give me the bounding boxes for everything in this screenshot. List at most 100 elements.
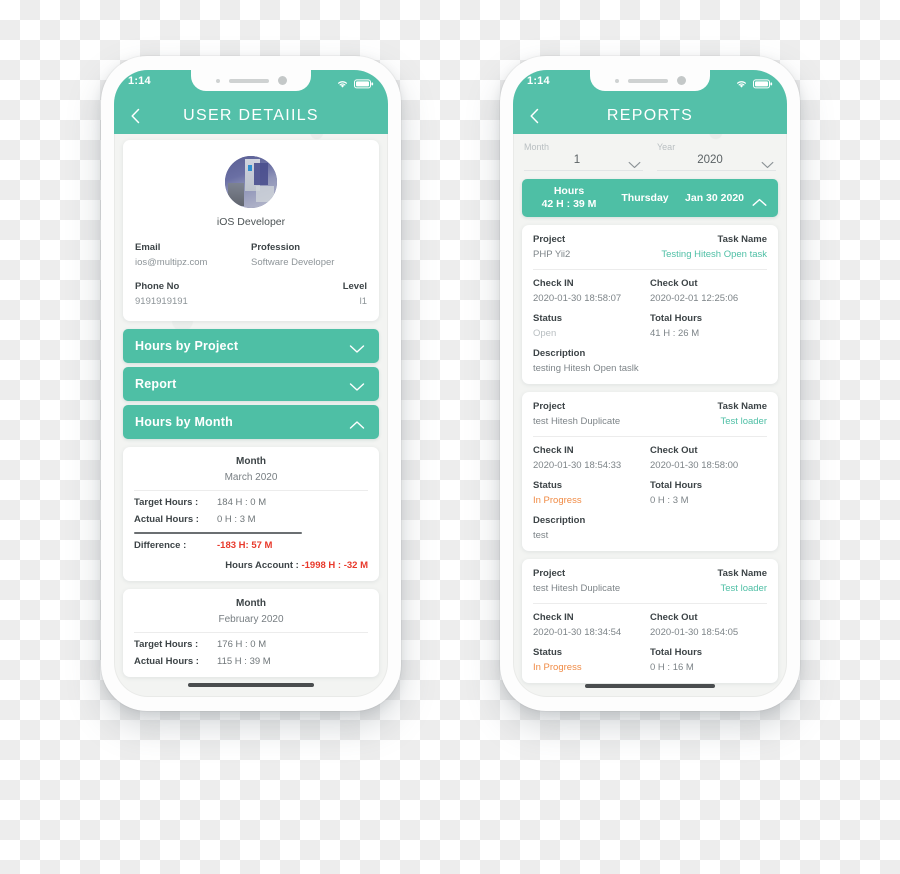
field-label-email: Email <box>135 242 161 253</box>
field-value-email: ios@multipz.com <box>135 257 208 268</box>
total-hours-value: 0 H : 3 M <box>650 495 689 506</box>
hours-account-value: -1998 H : -32 M <box>301 560 368 571</box>
back-button[interactable] <box>525 107 543 125</box>
screen-reports: 1:14 REPORTS Month 1 Year 2020 Hours 42 … <box>513 70 787 697</box>
chevron-up-icon <box>349 417 365 429</box>
report-check-out: Check Out 2020-01-30 18:54:05 <box>650 612 767 638</box>
field-profession: Profession Software Developer <box>251 242 367 268</box>
actual-hours-value: 0 H : 3 M <box>217 514 256 525</box>
target-hours-value: 184 H : 0 M <box>217 497 267 508</box>
actual-hours-label: Actual Hours : <box>134 514 199 525</box>
task-name-label: Task Name <box>717 568 767 579</box>
report-status-row: Status Open Total Hours 41 H : 26 M <box>533 313 767 339</box>
day-hours-label: Hours <box>553 185 585 197</box>
accordion-hours-by-project[interactable]: Hours by Project <box>123 329 379 363</box>
home-indicator <box>188 683 314 687</box>
user-details-content[interactable]: iOS Developer Email ios@multipz.com Prof… <box>114 134 388 697</box>
task-name-value[interactable]: Test loader <box>650 416 767 427</box>
chevron-left-icon <box>529 108 538 124</box>
report-card: Project test Hitesh Duplicate Task Name … <box>522 559 778 683</box>
report-status: Status In Progress <box>533 480 650 506</box>
report-status: Status Open <box>533 313 650 339</box>
back-button[interactable] <box>126 107 144 125</box>
total-hours-value: 0 H : 16 M <box>650 662 694 673</box>
check-out-value: 2020-01-30 18:58:00 <box>650 460 739 471</box>
actual-hours-row: Actual Hours : 0 H : 3 M <box>134 514 368 525</box>
report-status: Status In Progress <box>533 647 650 673</box>
accordion-hours-by-month[interactable]: Hours by Month <box>123 405 379 439</box>
chevron-down-icon <box>349 379 365 391</box>
year-selector-value: 2020 <box>697 154 723 166</box>
chevron-down-icon <box>349 341 365 353</box>
project-value: test Hitesh Duplicate <box>533 583 621 594</box>
field-value-profession: Software Developer <box>251 257 335 268</box>
month-selector[interactable]: Month 1 <box>524 142 643 171</box>
target-hours-value: 176 H : 0 M <box>217 639 267 650</box>
task-name-value[interactable]: Testing Hitesh Open task <box>650 249 767 260</box>
chevron-left-icon <box>130 108 139 124</box>
report-project: Project PHP Yii2 <box>533 234 650 260</box>
wifi-icon <box>336 76 349 94</box>
status-time: 1:14 <box>527 75 550 87</box>
filter-selectors: Month 1 Year 2020 <box>513 134 787 171</box>
month-card-february: Month February 2020 Target Hours : 176 H… <box>123 589 379 677</box>
report-check-out: Check Out 2020-01-30 18:58:00 <box>650 445 767 471</box>
report-description: Description testing Hitesh Open taslk <box>533 348 767 374</box>
sensor-dot-icon <box>215 78 220 83</box>
report-task: Task Name Test loader <box>650 568 767 594</box>
speaker-icon <box>228 78 269 83</box>
total-hours-label: Total Hours <box>650 647 703 658</box>
report-check-out: Check Out 2020-02-01 12:25:06 <box>650 278 767 304</box>
check-in-label: Check IN <box>533 278 574 289</box>
target-hours-label: Target Hours : <box>134 497 199 508</box>
status-time: 1:14 <box>128 75 151 87</box>
target-hours-row: Target Hours : 176 H : 0 M <box>134 639 368 650</box>
report-check-row: Check IN 2020-01-30 18:58:07 Check Out 2… <box>533 278 767 304</box>
divider <box>533 603 767 604</box>
hours-account-row: Hours Account : -1998 H : -32 M <box>134 560 368 571</box>
check-in-label: Check IN <box>533 445 574 456</box>
phone-notch <box>191 70 311 91</box>
phone-reports: 1:14 REPORTS Month 1 Year 2020 Hours 42 … <box>500 56 800 711</box>
description-value: testing Hitesh Open taslk <box>533 363 639 374</box>
month-selector-box[interactable]: 1 <box>524 154 643 171</box>
month-head-label: Month <box>236 598 266 609</box>
field-value-level: l1 <box>359 296 367 307</box>
divider <box>533 269 767 270</box>
year-selector[interactable]: Year 2020 <box>657 142 776 171</box>
status-value: In Progress <box>533 662 582 673</box>
actual-hours-label: Actual Hours : <box>134 656 199 667</box>
task-name-value[interactable]: Test loader <box>650 583 767 594</box>
divider <box>134 532 303 534</box>
report-task: Task Name Testing Hitesh Open task <box>650 234 767 260</box>
reports-content[interactable]: Month 1 Year 2020 Hours 42 H: 39 M Thur… <box>513 134 787 697</box>
difference-label: Difference : <box>134 540 187 551</box>
app-bar-reports: REPORTS <box>513 98 787 134</box>
day-hours: Hours 42 H : 39 M <box>533 185 605 211</box>
target-hours-label: Target Hours : <box>134 639 199 650</box>
day-summary-bar[interactable]: Hours 42 H : 39 M Thursday Jan 30 2020 <box>522 179 778 217</box>
field-level: Level l1 <box>251 281 367 307</box>
actual-hours-value: 115 H : 39 M <box>217 656 271 667</box>
check-in-label: Check IN <box>533 612 574 623</box>
battery-icon <box>753 76 773 94</box>
accordion-report[interactable]: Report <box>123 367 379 401</box>
hours-account-label: Hours Account : <box>225 560 299 571</box>
project-label: Project <box>533 234 566 245</box>
year-selector-box[interactable]: 2020 <box>657 154 776 171</box>
check-in-value: 2020-01-30 18:54:33 <box>533 460 622 471</box>
total-hours-label: Total Hours <box>650 313 703 324</box>
report-status-row: Status In Progress Total Hours 0 H : 16 … <box>533 647 767 673</box>
day-hours-value: 42 H : 39 M <box>541 198 597 210</box>
task-name-label: Task Name <box>717 401 767 412</box>
total-hours-label: Total Hours <box>650 480 703 491</box>
app-bar-user-details: USER DETAIILS <box>114 98 388 134</box>
page-title: REPORTS <box>606 107 694 124</box>
check-out-label: Check Out <box>650 278 698 289</box>
status-label: Status <box>533 313 563 324</box>
chevron-down-icon <box>761 156 774 169</box>
month-selector-label: Month <box>524 142 550 152</box>
status-bar: 1:14 <box>513 70 787 98</box>
profile-name: iOS Developer <box>216 216 286 228</box>
check-in-value: 2020-01-30 18:58:07 <box>533 293 622 304</box>
